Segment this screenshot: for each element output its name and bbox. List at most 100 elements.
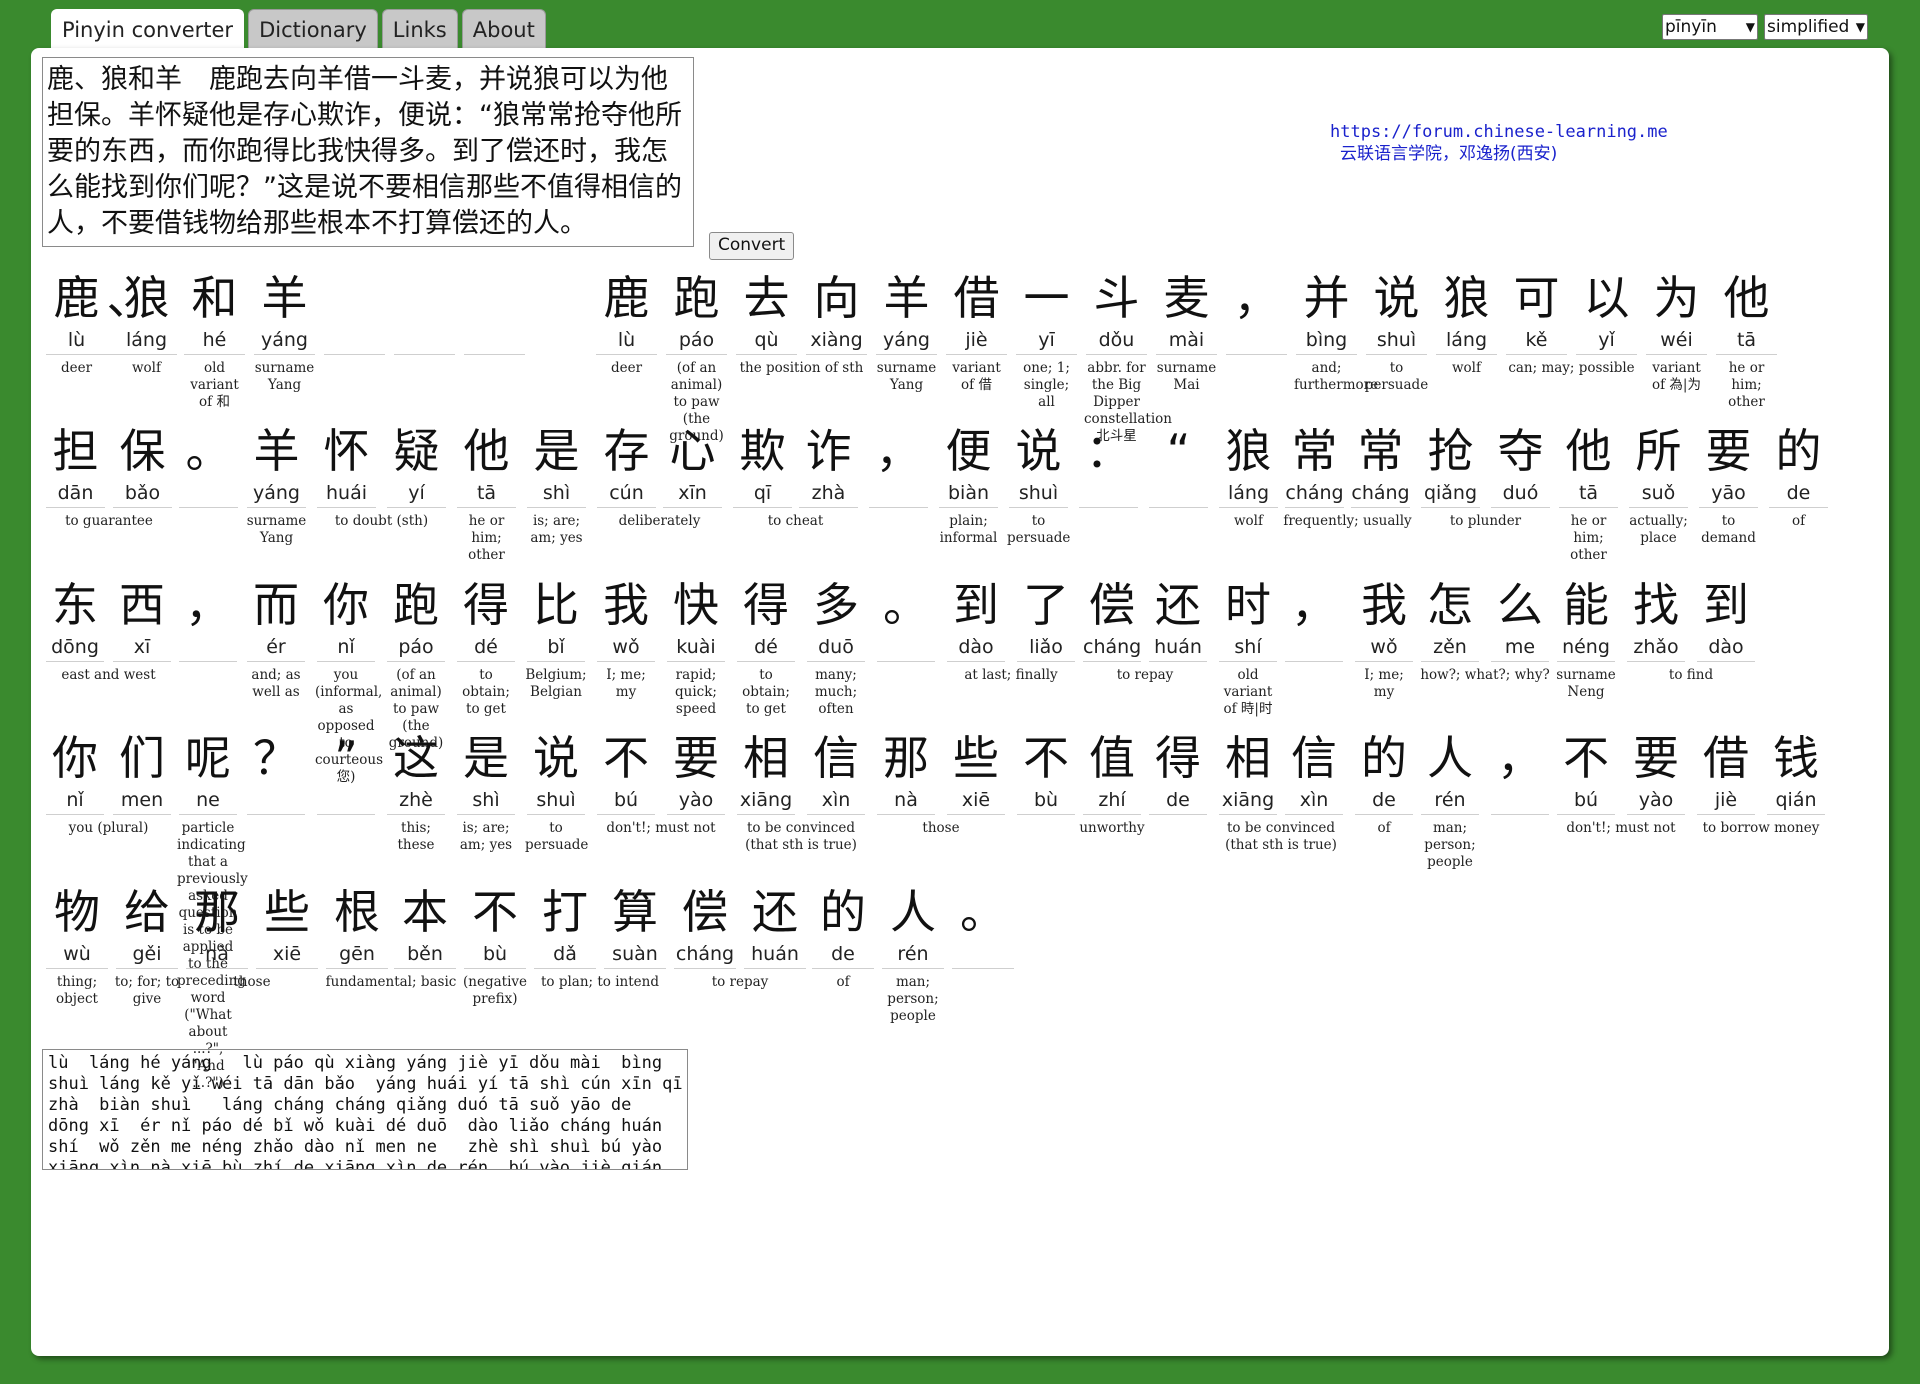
script-select[interactable]: simplified ▼	[1764, 14, 1868, 40]
token[interactable]: 能 néng	[1555, 577, 1617, 662]
token[interactable]: 值 zhí	[1081, 730, 1143, 815]
token[interactable]: 东 dōng	[44, 577, 106, 662]
token[interactable]: 。	[875, 577, 937, 662]
token[interactable]: 么 me	[1489, 577, 1551, 662]
token[interactable]: 夺 duó	[1489, 423, 1552, 508]
token[interactable]: 存 cún	[595, 423, 658, 508]
token[interactable]: ：	[1077, 423, 1140, 508]
token[interactable]: ，	[1283, 577, 1345, 662]
token[interactable]: 些 xiē	[254, 884, 320, 969]
token[interactable]: 疑 yí	[385, 423, 448, 508]
token[interactable]: 到 dào	[1695, 577, 1757, 662]
token[interactable]: 不 bù	[1015, 730, 1077, 815]
token[interactable]: 相 xiāng	[1217, 730, 1279, 815]
token[interactable]: 一 yī	[1014, 270, 1079, 355]
token[interactable]: 可 kě	[1504, 270, 1569, 355]
token[interactable]: 跑 páo	[385, 577, 447, 662]
token[interactable]: 人 rén	[1419, 730, 1481, 815]
token[interactable]: 而 ér	[245, 577, 307, 662]
token[interactable]: 我 wǒ	[595, 577, 657, 662]
tab-dictionary[interactable]: Dictionary	[248, 9, 378, 48]
token[interactable]: 快 kuài	[665, 577, 727, 662]
token[interactable]: 了 liǎo	[1015, 577, 1077, 662]
token[interactable]: 便 biàn	[937, 423, 1000, 508]
token[interactable]: 找 zhǎo	[1625, 577, 1687, 662]
token[interactable]: 打 dǎ	[532, 884, 598, 969]
token[interactable]: 要 yào	[1625, 730, 1687, 815]
token[interactable]: 并 bìng	[1294, 270, 1359, 355]
token[interactable]: 我 wǒ	[1353, 577, 1415, 662]
token[interactable]: 这 zhè	[385, 730, 447, 815]
token[interactable]: ”	[315, 730, 377, 815]
token[interactable]: 羊 yáng	[874, 270, 939, 355]
token[interactable]: 时 shí	[1217, 577, 1279, 662]
token[interactable]: 相 xiāng	[735, 730, 797, 815]
token[interactable]: ，	[867, 423, 930, 508]
chinese-input-textarea[interactable]: 鹿、狼和羊 鹿跑去向羊借一斗麦，并说狼可以为他担保。羊怀疑他是存心欺诈，便说：“…	[42, 57, 694, 247]
token[interactable]: 些 xiē	[945, 730, 1007, 815]
token[interactable]: 的 de	[810, 884, 876, 969]
token[interactable]: “	[1147, 423, 1210, 508]
token[interactable]: 常 cháng	[1283, 423, 1346, 508]
token[interactable]: 借 jiè	[1695, 730, 1757, 815]
pinyin-mode-select[interactable]: pīnyīn ▼	[1662, 14, 1758, 40]
token[interactable]: 抢 qiǎng	[1419, 423, 1482, 508]
token[interactable]: 信 xìn	[805, 730, 867, 815]
token[interactable]: 偿 cháng	[1081, 577, 1143, 662]
token[interactable]: 所 suǒ	[1627, 423, 1690, 508]
token[interactable]	[392, 270, 457, 355]
token[interactable]: 西 xī	[111, 577, 173, 662]
token[interactable]: 。	[950, 884, 1016, 969]
token[interactable]: 狼 láng	[1434, 270, 1499, 355]
token[interactable]: 要 yào	[665, 730, 727, 815]
token[interactable]: 狼 láng	[1217, 423, 1280, 508]
token[interactable]: 是 shì	[525, 423, 588, 508]
pinyin-output-textarea[interactable]: lù láng hé yáng lù páo qù xiàng yáng jiè…	[42, 1049, 688, 1170]
token[interactable]: 信 xìn	[1283, 730, 1345, 815]
token[interactable]: 为 wéi	[1644, 270, 1709, 355]
token[interactable]: 鹿 lù	[594, 270, 659, 355]
token[interactable]: 到 dào	[945, 577, 1007, 662]
token[interactable]: 保 bǎo	[111, 423, 174, 508]
token[interactable]: 说 shuì	[1364, 270, 1429, 355]
tab-links[interactable]: Links	[381, 9, 458, 48]
token[interactable]: 还 huán	[1147, 577, 1209, 662]
token[interactable]: 物 wù	[44, 884, 110, 969]
token[interactable]: 比 bǐ	[525, 577, 587, 662]
token[interactable]: 得 de	[1147, 730, 1209, 815]
token[interactable]: 算 suàn	[602, 884, 668, 969]
token[interactable]: ，	[1224, 270, 1289, 355]
token[interactable]	[462, 270, 527, 355]
token[interactable]: 他 tā	[1557, 423, 1620, 508]
token[interactable]: 借 jiè	[944, 270, 1009, 355]
convert-button[interactable]: Convert	[709, 232, 795, 260]
token[interactable]: 们 men	[111, 730, 173, 815]
token[interactable]: 说 shuì	[525, 730, 587, 815]
token[interactable]: 钱 qián	[1765, 730, 1827, 815]
token[interactable]: 怀 huái	[315, 423, 378, 508]
token[interactable]: 去 qù	[734, 270, 799, 355]
token[interactable]: 得 dé	[735, 577, 797, 662]
token[interactable]: 常 cháng	[1349, 423, 1412, 508]
token[interactable]: 不 bú	[595, 730, 657, 815]
token[interactable]: 是 shì	[455, 730, 517, 815]
token[interactable]: 心 xīn	[661, 423, 724, 508]
token[interactable]: 根 gēn	[324, 884, 390, 969]
token[interactable]: 羊 yáng	[245, 423, 308, 508]
token[interactable]: ？	[245, 730, 307, 815]
tab-about[interactable]: About	[461, 9, 546, 48]
token[interactable]: 不 bú	[1555, 730, 1617, 815]
token[interactable]: 欺 qī	[731, 423, 794, 508]
token[interactable]: 那 nà	[875, 730, 937, 815]
token[interactable]: 不 bù	[462, 884, 528, 969]
token[interactable]: 他 tā	[455, 423, 518, 508]
token[interactable]: 跑 páo	[664, 270, 729, 355]
tab-pinyin-converter[interactable]: Pinyin converter	[51, 9, 245, 50]
token[interactable]: 麦 mài	[1154, 270, 1219, 355]
token[interactable]: 羊 yáng	[252, 270, 317, 355]
token[interactable]: 和 hé	[182, 270, 247, 355]
token[interactable]: 给 gěi	[114, 884, 180, 969]
token[interactable]: 斗 dǒu	[1084, 270, 1149, 355]
token[interactable]: 偿 cháng	[672, 884, 738, 969]
forum-link[interactable]: https://forum.chinese-learning.me	[1330, 121, 1668, 143]
